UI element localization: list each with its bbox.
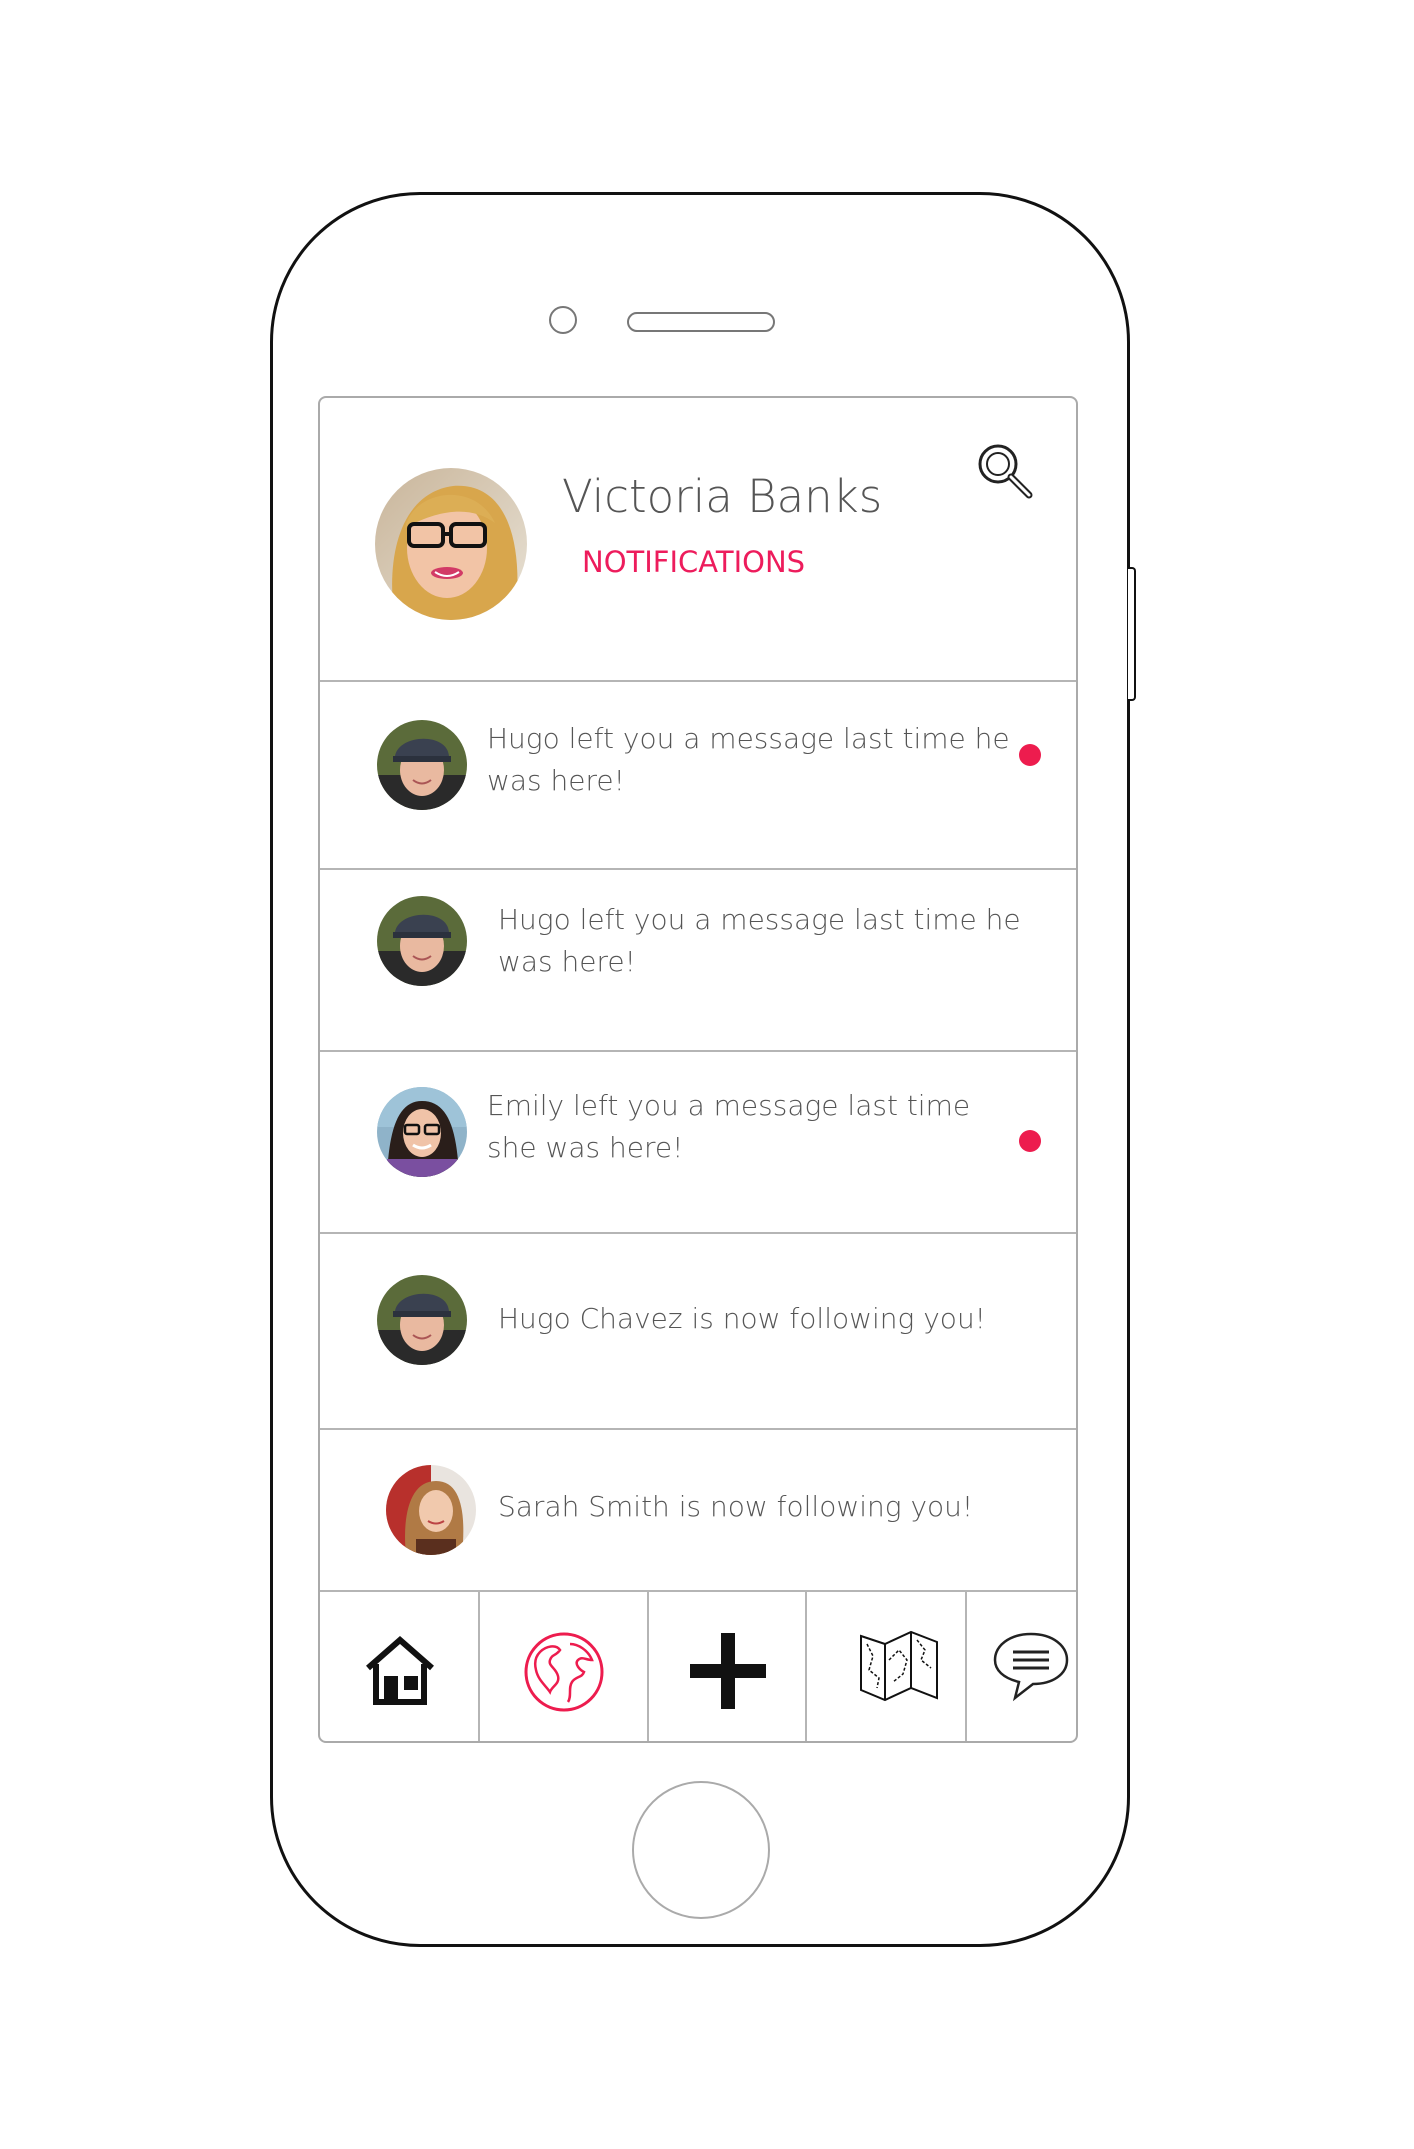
plus-icon <box>690 1633 766 1709</box>
user-avatar[interactable] <box>375 468 527 620</box>
notification-item[interactable]: Hugo left you a message last time he was… <box>320 868 1076 1052</box>
app-screen: Victoria Banks NOTIFICATIONS Hugo left y… <box>318 396 1078 1743</box>
page-title: NOTIFICATIONS <box>582 545 806 579</box>
earpiece-speaker <box>627 312 775 332</box>
notification-text: Sarah Smith is now following you! <box>498 1486 1028 1528</box>
notification-item[interactable]: Hugo Chavez is now following you! <box>320 1232 1076 1430</box>
phone-home-button[interactable] <box>632 1781 770 1919</box>
phone-side-button <box>1128 567 1136 701</box>
notification-text-line: Sarah Smith is now following you! <box>498 1490 974 1523</box>
notification-text-line: was here! <box>498 945 636 978</box>
notification-item[interactable]: Hugo left you a message last time he was… <box>320 680 1076 870</box>
profile-header: Victoria Banks NOTIFICATIONS <box>320 398 1076 682</box>
notification-text: Hugo left you a message last time he was… <box>498 899 1028 983</box>
home-icon <box>366 1636 434 1705</box>
notification-item[interactable]: Emily left you a message last time she w… <box>320 1050 1076 1234</box>
search-icon[interactable] <box>974 440 1034 500</box>
notification-text-line: Emily left you a message last time <box>487 1089 971 1122</box>
notification-text: Hugo left you a message last time he was… <box>487 718 1017 802</box>
notification-item[interactable]: Sarah Smith is now following you! <box>320 1428 1076 1590</box>
notification-text-line: she was here! <box>487 1131 684 1164</box>
hugo-avatar <box>377 720 467 810</box>
notification-text: Hugo Chavez is now following you! <box>498 1298 1028 1340</box>
chat-bubble-icon <box>993 1632 1069 1702</box>
notification-text-line: Hugo left you a message last time he <box>498 903 1021 936</box>
tab-home[interactable] <box>320 1592 480 1741</box>
notification-text-line: Hugo Chavez is now following you! <box>498 1302 986 1335</box>
tab-map[interactable] <box>807 1592 967 1741</box>
front-camera <box>549 306 577 334</box>
notification-text-line: Hugo left you a message last time he <box>487 722 1010 755</box>
hugo-avatar <box>377 1275 467 1365</box>
map-icon <box>860 1630 938 1702</box>
notification-text: Emily left you a message last time she w… <box>487 1085 1017 1169</box>
globe-icon <box>524 1632 604 1712</box>
unread-indicator <box>1019 1130 1041 1152</box>
notification-text-line: was here! <box>487 764 625 797</box>
sarah-avatar <box>386 1465 476 1555</box>
tab-add[interactable] <box>649 1592 807 1741</box>
tab-messages[interactable] <box>967 1592 1076 1741</box>
tab-explore[interactable] <box>480 1592 649 1741</box>
unread-indicator <box>1019 744 1041 766</box>
hugo-avatar <box>377 896 467 986</box>
bottom-tab-bar <box>320 1590 1076 1741</box>
emily-avatar <box>377 1087 467 1177</box>
user-name: Victoria Banks <box>562 470 883 523</box>
